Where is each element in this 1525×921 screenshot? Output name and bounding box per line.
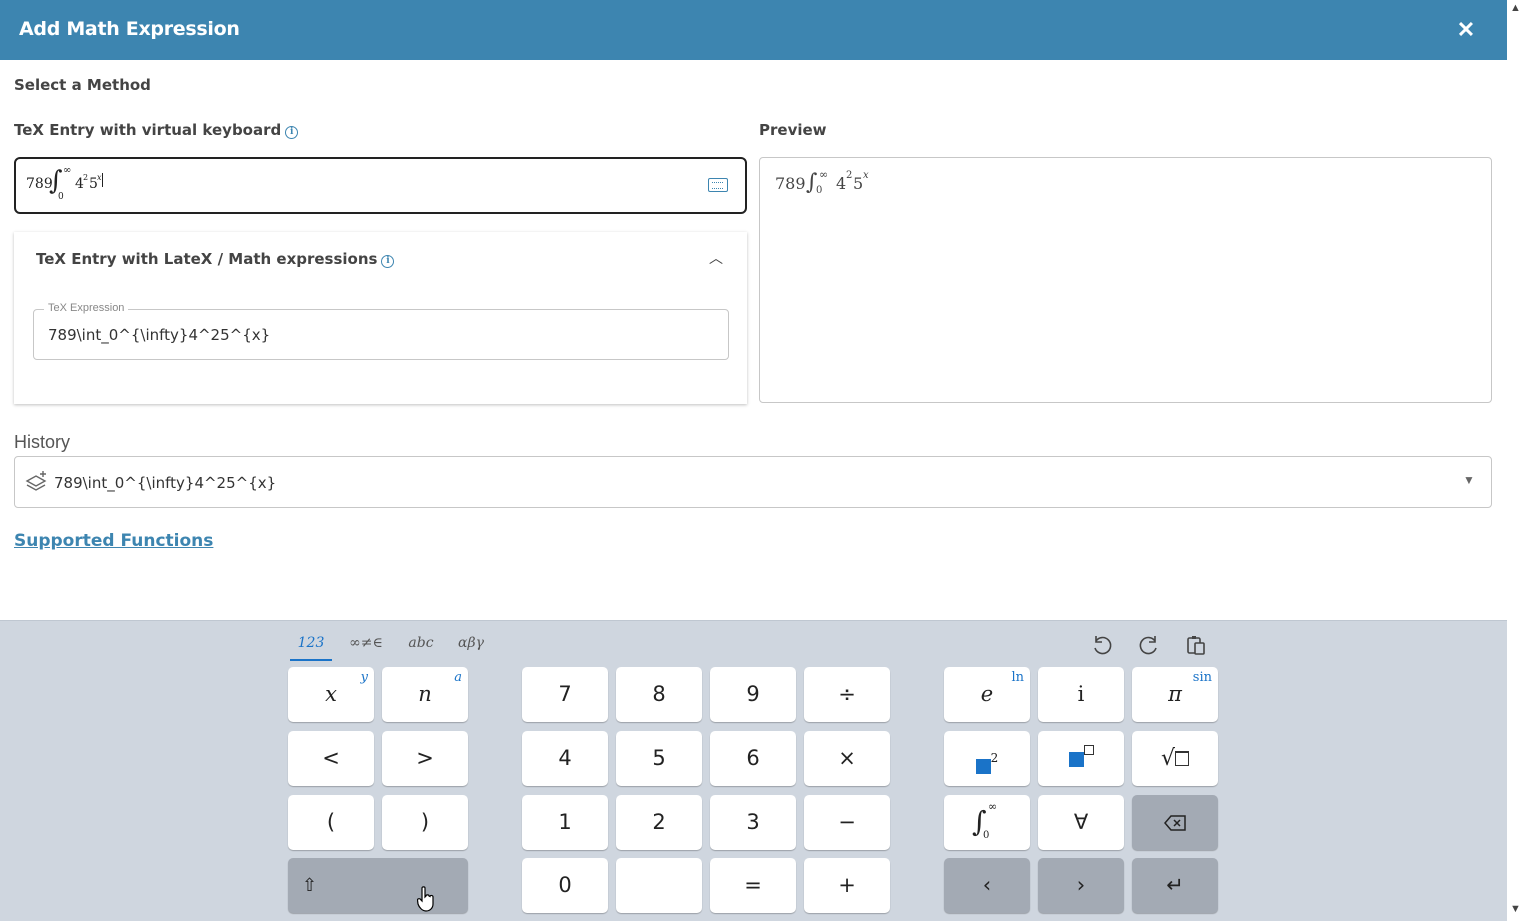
layers-icon [25,471,47,491]
key-divide[interactable]: ÷ [804,667,890,722]
key-3[interactable]: 3 [710,795,796,850]
hand-cursor-icon [417,886,434,912]
key-x[interactable]: xy [288,667,374,722]
preview-label: Preview [759,121,827,139]
exponent-box [1083,745,1094,755]
mathfield-exp1: 2 [83,173,89,182]
shift-key[interactable]: ⇧ [288,858,468,913]
info-icon[interactable]: i [285,126,299,139]
key-e[interactable]: e ln [944,667,1030,722]
scrollbar[interactable]: ▲ ▼ [1507,0,1525,921]
keyboard-toggle-icon[interactable] [708,178,728,192]
mathfield-int-lower: 0 [58,192,64,202]
dropdown-caret-icon[interactable]: ▼ [1463,473,1475,487]
mathfield-exp2: x [97,173,102,182]
math-field[interactable]: 789 ∫ ∞ 0 4 2 5 x [14,157,747,214]
supported-functions-link[interactable]: Supported Functions [14,531,213,551]
return-icon: ↵ [1166,873,1184,897]
preview-exp1: 2 [846,170,853,181]
key-1[interactable]: 1 [522,795,608,850]
key-equals[interactable]: = [710,858,796,913]
tab-numeric[interactable]: 123 [290,635,332,661]
key-multiply[interactable]: × [804,731,890,786]
latex-panel-label-text: TeX Entry with LateX / Math expressions [36,250,378,268]
preview-base2: 5 [853,174,864,193]
history-label: History [14,432,71,452]
key-2[interactable]: 2 [616,795,702,850]
key-imaginary[interactable]: i [1038,667,1124,722]
virtual-keyboard-label-text: TeX Entry with virtual keyboard [14,121,282,139]
mathfield-caret [102,173,103,187]
move-right-key[interactable]: › [1038,858,1124,913]
select-method-heading: Select a Method [14,76,151,94]
history-value: 789\int_0^{\infty}4^25^{x} [54,474,277,492]
scroll-up-icon[interactable]: ▲ [1510,2,1521,14]
scroll-down-icon[interactable]: ▼ [1510,903,1521,915]
key-pi[interactable]: π sin [1132,667,1218,722]
clipboard-icon[interactable] [1184,633,1208,657]
tab-greek[interactable]: αβγ [452,635,490,661]
chevron-up-icon[interactable]: ︿ [709,248,723,268]
key-0[interactable]: 0 [522,858,608,913]
chevron-left-icon: ‹ [982,873,992,897]
key-space[interactable] [616,858,702,913]
key-plus[interactable]: + [804,858,890,913]
info-icon[interactable]: i [381,255,395,268]
redo-icon[interactable] [1137,633,1161,657]
key-forall[interactable]: ∀ [1038,795,1124,850]
placeholder-box [975,759,991,774]
key-5[interactable]: 5 [616,731,702,786]
tab-symbols[interactable]: ∞≠∈ [344,635,388,661]
key-less-than[interactable]: < [288,731,374,786]
key-n[interactable]: na [382,667,468,722]
key-left-paren[interactable]: ( [288,795,374,850]
key-9[interactable]: 9 [710,667,796,722]
history-select[interactable]: 789\int_0^{\infty}4^25^{x} ▼ [14,456,1492,508]
latex-panel-label[interactable]: TeX Entry with LateX / Math expressions i [36,250,395,268]
tex-expression-legend: TeX Expression [44,302,129,314]
key-power[interactable] [1038,731,1124,786]
key-7[interactable]: 7 [522,667,608,722]
key-greater-than[interactable]: > [382,731,468,786]
preview-number: 789 [775,174,806,193]
backspace-key[interactable] [1132,795,1218,850]
virtual-keyboard-label: TeX Entry with virtual keyboard i [14,121,299,139]
preview-base1: 4 [836,174,847,193]
dialog-title: Add Math Expression [19,18,240,40]
close-icon[interactable]: ✕ [1454,18,1478,42]
preview-box: 789 ∫ ∞ 0 4 2 5 x [759,157,1492,403]
dialog-header: Add Math Expression ✕ [0,0,1507,60]
chevron-right-icon: › [1076,873,1086,897]
key-minus[interactable]: − [804,795,890,850]
add-math-expression-dialog: Add Math Expression ✕ Select a Method Te… [0,0,1525,921]
enter-key[interactable]: ↵ [1132,858,1218,913]
radicand-box [1175,751,1190,766]
key-6[interactable]: 6 [710,731,796,786]
undo-icon[interactable] [1090,633,1114,657]
preview-exp2: x [863,170,869,181]
shift-icon: ⇧ [302,875,318,896]
preview-int-lower: 0 [816,185,823,196]
move-left-key[interactable]: ‹ [944,858,1030,913]
key-right-paren[interactable]: ) [382,795,468,850]
key-integral[interactable]: ∫ ∞ 0 [944,795,1030,850]
sqrt-icon: √ [1160,746,1176,771]
tab-alphabet[interactable]: abc [402,635,440,661]
key-sqrt[interactable]: √ [1132,731,1218,786]
key-8[interactable]: 8 [616,667,702,722]
preview-int-upper: ∞ [819,168,829,181]
key-square[interactable]: 2 [944,731,1030,786]
mathfield-int-upper: ∞ [63,165,72,176]
tex-expression-field[interactable]: TeX Expression 789\int_0^{\infty}4^25^{x… [33,302,729,360]
backspace-icon [1164,815,1186,831]
key-4[interactable]: 4 [522,731,608,786]
placeholder-box [1068,752,1084,767]
tex-expression-value: 789\int_0^{\infty}4^25^{x} [48,326,271,344]
